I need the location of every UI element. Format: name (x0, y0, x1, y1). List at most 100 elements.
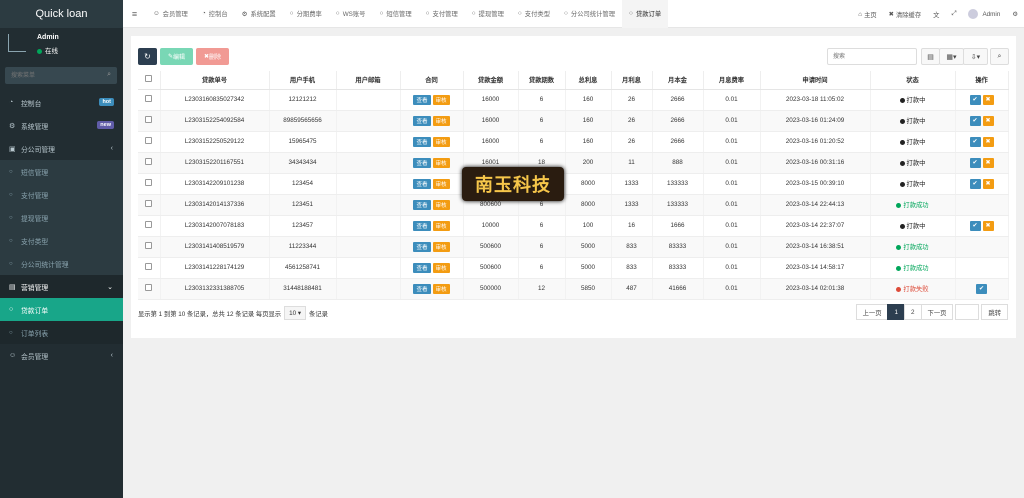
view-contract-button[interactable]: 查看 (413, 283, 431, 294)
table-row[interactable]: L2303160835027342 12121212 查看 审核 16000 6 160 26… (138, 89, 1009, 111)
tab-paytype[interactable]: ○ 支付类型 (511, 0, 557, 28)
review-contract-button[interactable]: 审核 (432, 178, 450, 189)
select-all-cell[interactable] (138, 71, 161, 90)
sidebar-toggle-button[interactable]: ≡ (123, 0, 146, 28)
view-contract-button[interactable]: 查看 (413, 178, 431, 189)
row-checkbox[interactable] (145, 158, 153, 165)
sidebar-item-payment[interactable]: ○ 支付管理 (0, 183, 123, 206)
column-header[interactable]: 贷款期数 (518, 71, 566, 90)
reject-button[interactable]: ✖ (982, 136, 994, 147)
tab-installment-rate[interactable]: ○ 分期费率 (283, 0, 329, 28)
column-header[interactable]: 贷款单号 (160, 71, 270, 90)
sidebar-item-branch[interactable]: ▣ 分公司管理 ‹ (0, 137, 123, 160)
goto-page-input[interactable] (955, 304, 980, 320)
view-contract-button[interactable]: 查看 (413, 262, 431, 273)
column-header[interactable]: 合同 (400, 71, 464, 90)
sidebar-item-system[interactable]: ⚙ 系统管理 new (0, 114, 123, 137)
table-row[interactable]: L2303152201167551 34343434 查看 审核 16001 18 200 1… (138, 152, 1009, 174)
clear-cache-button[interactable]: ✖ 清除缓存 (883, 10, 927, 19)
table-row[interactable]: L2303141228174129 4561258741 查看 审核 500600 6 50… (138, 257, 1009, 279)
row-checkbox[interactable] (145, 284, 153, 291)
column-header[interactable]: 申请时间 (760, 71, 871, 90)
tab-ws-account[interactable]: ○ WS账号 (329, 0, 373, 28)
view-contract-button[interactable]: 查看 (413, 241, 431, 252)
admin-menu[interactable]: Admin (962, 9, 1006, 19)
page-1-button[interactable]: 1 (887, 304, 905, 320)
tab-withdraw[interactable]: ○ 提现管理 (465, 0, 511, 28)
settings-button[interactable]: ⚙ (1006, 11, 1024, 18)
sidebar-item-members[interactable]: ☺ 会员管理 ‹ (0, 344, 123, 367)
review-contract-button[interactable]: 审核 (432, 220, 450, 231)
review-contract-button[interactable]: 审核 (432, 262, 450, 273)
edit-button[interactable]: ✎ 编辑 (160, 48, 193, 65)
search-icon[interactable]: ⌕ (107, 71, 111, 79)
column-header[interactable]: 用户手机 (269, 71, 337, 90)
tab-payment[interactable]: ○ 支付管理 (419, 0, 465, 28)
tab-system-config[interactable]: ⚙ 系统配置 (235, 0, 283, 28)
column-header[interactable]: 总利息 (565, 71, 612, 90)
translate-button[interactable]: 文 (927, 10, 945, 19)
table-row[interactable]: L2303132331388705 31448188481 查看 审核 500000 12… (138, 278, 1009, 300)
sidebar-item-branch-stats[interactable]: ○ 分公司统计管理 (0, 252, 123, 275)
reject-button[interactable]: ✖ (982, 94, 994, 105)
view-contract-button[interactable]: 查看 (413, 220, 431, 231)
row-checkbox[interactable] (145, 95, 153, 102)
row-select-cell[interactable] (138, 89, 161, 111)
reject-button[interactable]: ✖ (982, 115, 994, 126)
review-contract-button[interactable]: 审核 (432, 115, 450, 126)
table-row[interactable]: L2303141408519579 11223344 查看 审核 500600 6 5000… (138, 236, 1009, 258)
sidebar-item-marketing[interactable]: ▤ 营销管理 ⌄ (0, 275, 123, 298)
review-contract-button[interactable]: 审核 (432, 136, 450, 147)
review-contract-button[interactable]: 审核 (432, 199, 450, 210)
next-page-button[interactable]: 下一页 (920, 304, 954, 320)
export-button[interactable]: ⇩▾ (963, 48, 988, 65)
table-row[interactable]: L2303152250529122 15965475 查看 审核 16000 6 160 26… (138, 131, 1009, 153)
approve-button[interactable]: ✔ (969, 136, 981, 147)
page-2-button[interactable]: 2 (904, 304, 922, 320)
table-row[interactable]: L2303142014137336 123451 查看 审核 800600 6 8000 13… (138, 194, 1009, 216)
column-header[interactable]: 贷款金额 (463, 71, 519, 90)
column-header[interactable]: 月利息 (611, 71, 653, 90)
row-select-cell[interactable] (138, 152, 161, 174)
sidebar-item-sms[interactable]: ○ 短信管理 (0, 160, 123, 183)
row-checkbox[interactable] (145, 200, 153, 207)
column-header[interactable]: 状态 (870, 71, 956, 90)
row-select-cell[interactable] (138, 257, 161, 279)
delete-button[interactable]: ✖ 删除 (196, 48, 229, 65)
tab-members[interactable]: ☺ 会员管理 (146, 0, 195, 28)
view-contract-button[interactable]: 查看 (413, 94, 431, 105)
sidebar-item-order-list[interactable]: ○ 订单列表 (0, 321, 123, 344)
sidebar-search-input[interactable] (5, 67, 97, 84)
table-row[interactable]: L2303152254092584 89859565656 查看 审核 16000 6 16… (138, 110, 1009, 132)
tab-dashboard[interactable]: ◔ 控制台 (195, 0, 235, 28)
view-contract-button[interactable]: 查看 (413, 157, 431, 168)
approve-button[interactable]: ✔ (969, 220, 981, 231)
sidebar-item-dashboard[interactable]: ◔ 控制台 hot (0, 91, 123, 114)
sidebar-item-withdraw[interactable]: ○ 提现管理 (0, 206, 123, 229)
reject-button[interactable]: ✖ (982, 220, 994, 231)
column-header[interactable]: 月本金 (652, 71, 704, 90)
row-select-cell[interactable] (138, 194, 161, 216)
columns-button[interactable]: ▦▾ (939, 48, 964, 65)
view-contract-button[interactable]: 查看 (413, 199, 431, 210)
row-checkbox[interactable] (145, 179, 153, 186)
row-select-cell[interactable] (138, 278, 161, 300)
refresh-button[interactable]: ↻ (138, 48, 157, 65)
row-select-cell[interactable] (138, 131, 161, 153)
view-contract-button[interactable]: 查看 (413, 136, 431, 147)
approve-button[interactable]: ✔ (969, 115, 981, 126)
approve-button[interactable]: ✔ (969, 94, 981, 105)
tab-sms[interactable]: ○ 短信管理 (372, 0, 418, 28)
tab-branch-stats[interactable]: ○ 分公司统计管理 (557, 0, 622, 28)
column-header[interactable]: 月息费率 (703, 71, 761, 90)
approve-button[interactable]: ✔ (969, 178, 981, 189)
home-link[interactable]: ⌂ 主页 (852, 10, 882, 19)
fullscreen-button[interactable]: ⤢ (945, 10, 962, 18)
sidebar-item-paytype[interactable]: ○ 支付类型 (0, 229, 123, 252)
page-size-select[interactable]: 10 ▾ (284, 306, 307, 320)
row-checkbox[interactable] (145, 221, 153, 228)
review-contract-button[interactable]: 审核 (432, 241, 450, 252)
row-select-cell[interactable] (138, 215, 161, 237)
review-contract-button[interactable]: 审核 (432, 283, 450, 294)
approve-button[interactable]: ✔ (969, 157, 981, 168)
